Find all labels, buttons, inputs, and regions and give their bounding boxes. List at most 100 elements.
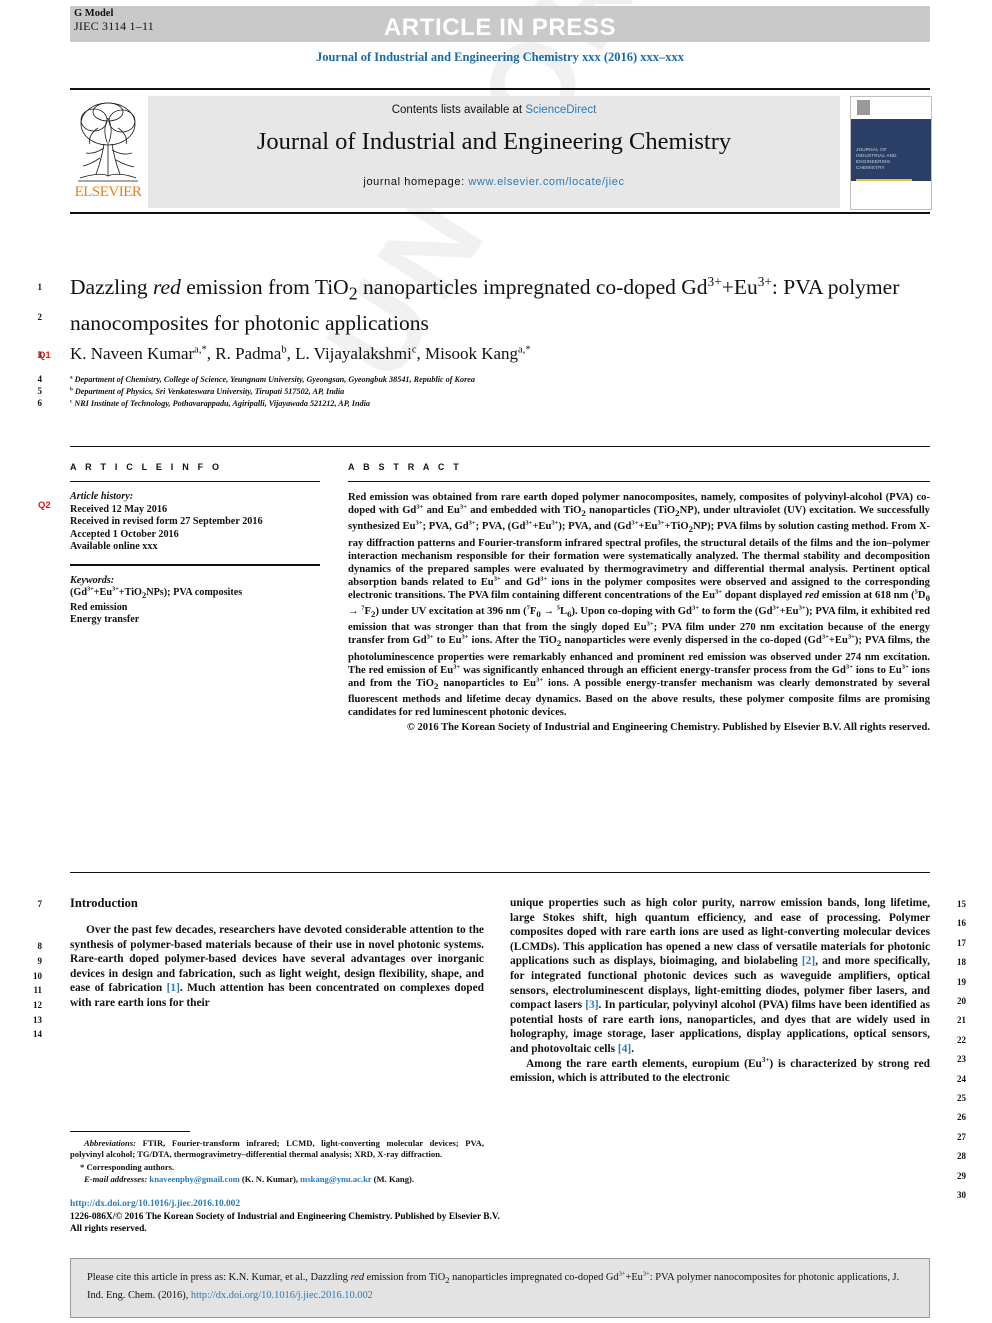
line-number-19: 19 [957,976,966,987]
keywords-block: Keywords: (Gd3++Eu3++TiO2NPs); PVA compo… [70,575,320,627]
contents-lists-line: Contents lists available at ScienceDirec… [148,104,840,116]
article-history-label: Article history: [70,491,134,502]
affiliation-b: b Department of Physics, Sri Venkateswar… [70,386,345,396]
article-in-press-label: ARTICLE IN PRESS [383,14,617,41]
journal-cover-thumbnail: JOURNAL OF INDUSTRIAL AND ENGINEERING CHEMI… [850,96,932,210]
line-number-9: 9 [37,956,43,966]
journal-title: Journal of Industrial and Engineering Ch… [256,128,732,155]
line-number-6: 6 [37,398,43,408]
abstract-copyright-text: © 2016 The Korean Society of Industrial … [406,722,930,734]
article-info-rule-1 [70,481,320,482]
line-number-1: 1 [37,282,43,292]
line-number-8: 8 [37,941,43,951]
line-number-24: 24 [957,1073,966,1084]
article-info-column: A R T I C L E I N F O Article history: R… [70,462,320,627]
line-number-15: 15 [957,899,966,909]
sciencedirect-link[interactable]: ScienceDirect [525,104,596,116]
history-online: Available online xxx [70,541,158,553]
homepage-url[interactable]: www.elsevier.com/locate/jiec [468,176,624,188]
manuscript-id: JIEC 3114 1–11 [74,19,154,33]
intro-paragraph-left: Over the past few decades, researchers h… [70,924,484,1009]
journal-homepage-line: journal homepage: www.elsevier.com/locat… [148,176,840,188]
cover-top-strip [851,97,931,119]
line-number-7: 7 [37,899,43,909]
body-right-column: unique properties such as high color pur… [510,896,930,1086]
journal-masthead: ELSEVIER Contents lists available at Sci… [70,88,932,210]
cover-middle-strip: JOURNAL OF INDUSTRIAL AND ENGINEERING CHEMI… [851,119,931,181]
line-number-22: 22 [957,1034,966,1045]
author-list: K. Naveen Kumara,*, R. Padmab, L. Vijaya… [70,344,531,363]
intro-paragraph-right-2: Among the rare earth elements, europium … [510,1055,930,1085]
history-revised: Received in revised form 27 September 20… [70,516,263,528]
query-tag-q1[interactable]: Q1 [38,350,51,361]
doi-issn-block: http://dx.doi.org/10.1016/j.jiec.2016.10… [70,1198,500,1236]
line-number-4: 4 [37,374,43,384]
article-info-rule-2 [70,563,320,566]
contents-lists-label: Contents lists available at [391,104,526,116]
g-model-block: G Model JIEC 3114 1–11 [74,7,154,33]
title-block: Dazzling red emission from TiO2 nanopart… [70,272,930,338]
article-info-heading: A R T I C L E I N F O [70,462,223,472]
masthead-bottom-rule [70,212,930,214]
line-number-28: 28 [957,1151,966,1162]
line-number-10: 10 [33,971,42,981]
line-number-16: 16 [957,918,966,929]
body-left-column: Introduction Over the past few decades, … [70,896,484,1185]
keyword-1: (Gd3++Eu3++TiO2NPs); PVA composites [70,585,243,601]
journal-running-head: Journal of Industrial and Engineering Ch… [315,50,685,64]
line-number-12: 12 [33,1000,42,1010]
section-heading-introduction: Introduction [70,896,138,910]
affiliation-c: c NRI Institute of Technology, Pothavara… [70,398,371,408]
abbreviations-text: Abbreviations: FTIR, Fourier-transform i… [70,1137,484,1159]
line-number-5: 5 [37,386,43,396]
history-received: Received 12 May 2016 [70,503,168,515]
line-number-13: 13 [33,1015,42,1025]
line-number-20: 20 [957,996,966,1006]
line-number-25: 25 [957,1093,966,1103]
history-accepted: Accepted 1 October 2016 [70,528,179,540]
abstract-column: A B S T R A C T Red emission was obtaine… [348,462,930,734]
keyword-2: Red emission [70,601,128,613]
line-number-2: 2 [37,312,43,322]
footnote-corresponding: * Corresponding authors. [70,1162,484,1173]
line-number-21: 21 [957,1015,966,1026]
corresponding-authors-text: * Corresponding authors. [80,1161,175,1172]
abstract-copyright: © 2016 The Korean Society of Industrial … [348,721,930,734]
line-number-26: 26 [957,1112,966,1123]
article-history-block: Article history: Received 12 May 2016 Re… [70,491,320,554]
email-addresses-text[interactable]: E-mail addresses: knaveenphy@gmail.com (… [84,1174,414,1184]
cover-bottom-strip: The Korean Society of Industrial and Eng… [851,181,931,209]
footnote-emails: E-mail addresses: knaveenphy@gmail.com (… [70,1174,484,1185]
elsevier-tree-icon [78,102,138,182]
cite-this-article-box: Please cite this article in press as: K.… [70,1258,930,1318]
line-number-30: 30 [957,1190,966,1200]
query-tag-q2[interactable]: Q2 [38,500,51,511]
info-abstract-top-rule [70,446,930,447]
line-number-14: 14 [33,1029,42,1039]
paper-page: UNCORRECTED PROOF ARTICLE IN PRESS G Mod… [0,0,992,1323]
paper-title: Dazzling red emission from TiO2 nanopart… [70,273,900,336]
issn-copyright-line: 1226-086X/© 2016 The Korean Society of I… [70,1211,500,1235]
abstract-body: Red emission was obtained from rare eart… [348,492,931,719]
line-number-18: 18 [957,957,966,968]
cover-logo-tile [857,100,870,115]
keywords-label: Keywords: [70,574,115,586]
abstract-rule [348,481,930,482]
line-number-17: 17 [957,937,966,948]
intro-paragraph-right-1: unique properties such as high color pur… [510,897,930,1055]
footnote-rule [70,1130,190,1132]
abstract-heading: A B S T R A C T [348,462,462,472]
line-number-23: 23 [957,1054,966,1065]
line-number-11: 11 [33,985,42,995]
line-number-27: 27 [957,1131,966,1142]
info-abstract-bottom-rule [70,872,930,873]
article-in-press-band: ARTICLE IN PRESS [70,6,930,42]
homepage-label: journal homepage: [363,176,469,188]
doi-link[interactable]: http://dx.doi.org/10.1016/j.jiec.2016.10… [70,1198,500,1211]
cover-title-lines: JOURNAL OF INDUSTRIAL AND ENGINEERING CHEMI… [856,147,897,170]
footnote-abbreviations: Abbreviations: FTIR, Fourier-transform i… [70,1138,484,1160]
elsevier-wordmark: ELSEVIER [74,184,142,200]
line-number-29: 29 [957,1170,966,1181]
affiliation-a: a Department of Chemistry, College of Sc… [70,374,476,384]
elsevier-logo: ELSEVIER [70,96,146,208]
